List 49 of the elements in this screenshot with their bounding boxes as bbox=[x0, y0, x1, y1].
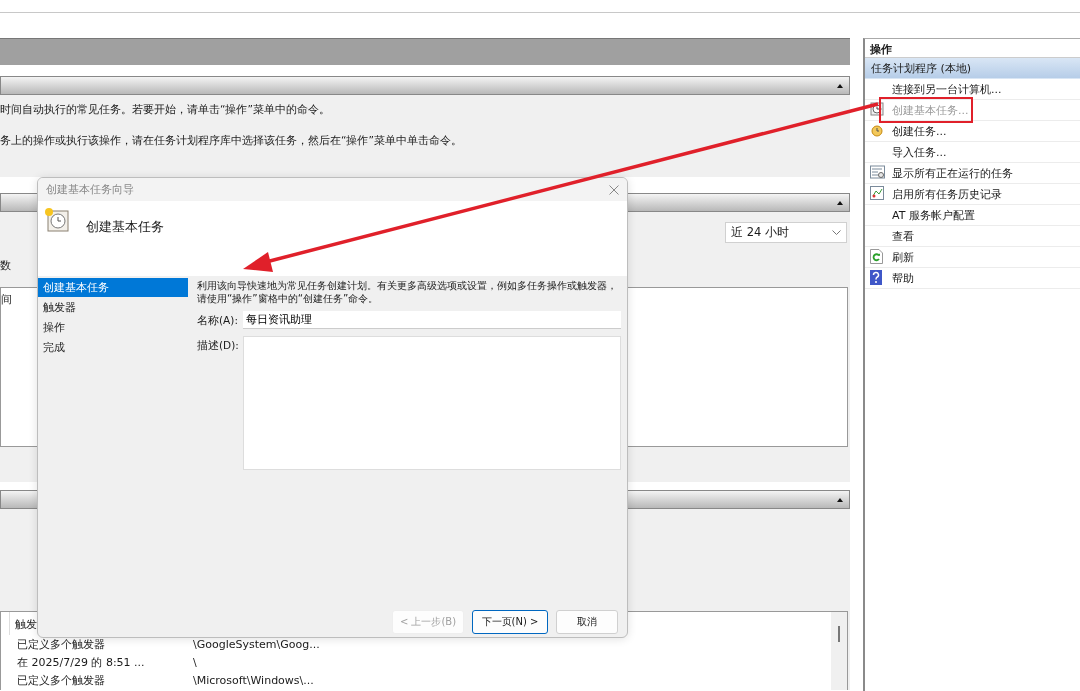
overview-text: 时间自动执行的常见任务。若要开始，请单击“操作”菜单中的命令。 bbox=[0, 103, 331, 117]
field-label: 描述(D): bbox=[197, 338, 240, 353]
collapse-icon[interactable] bbox=[837, 497, 843, 502]
history-icon bbox=[870, 186, 884, 200]
scheduler-icon bbox=[44, 207, 70, 233]
wizard-step[interactable]: 触发器 bbox=[38, 298, 188, 317]
table-cell-text: \GoogleSystem\Goog... bbox=[192, 637, 321, 651]
table-row[interactable]: 已定义多个触发器 \Microsoft\Windows\... bbox=[9, 671, 831, 689]
description-field[interactable] bbox=[243, 336, 621, 470]
table-cell-text: 已定义多个触发器 bbox=[16, 636, 106, 652]
action-item[interactable]: 导入任务... bbox=[865, 142, 1080, 163]
overview-text: 务上的操作或执行该操作，请在任务计划程序库中选择该任务，然后在“操作”菜单中单击命令。 bbox=[0, 134, 463, 148]
column-header: 间 bbox=[1, 293, 12, 306]
collapse-icon[interactable] bbox=[837, 83, 843, 88]
wizard-description: 利用该向导快速地为常见任务创建计划。有关更多高级选项或设置，例如多任务操作或触发器，请使用“操作”窗格中的“创建任务”命令。 bbox=[197, 278, 618, 305]
action-item[interactable]: AT 服务帐户配置 bbox=[865, 205, 1080, 226]
dialog-heading: 创建基本任务 bbox=[86, 218, 164, 236]
refresh-icon[interactable] bbox=[870, 249, 883, 264]
action-item[interactable]: 启用所有任务历史记录 bbox=[865, 184, 1080, 205]
table-cell-text: 在 2025/7/29 的 8:51 ... bbox=[16, 654, 146, 670]
status-text: 数 bbox=[0, 258, 11, 273]
dialog-button[interactable]: 下一页(N) > bbox=[472, 610, 548, 634]
chevron-down-icon bbox=[832, 230, 841, 235]
table-cell-text: \ bbox=[192, 655, 198, 669]
table-cell-text: 已定义多个触发器 bbox=[16, 672, 106, 688]
action-item[interactable]: 连接到另一台计算机... bbox=[865, 79, 1080, 100]
range-select[interactable]: 近 24 小时 bbox=[725, 222, 847, 243]
action-item[interactable]: 创建任务... bbox=[865, 121, 1080, 142]
clock-icon bbox=[870, 123, 884, 137]
dialog-title: 创建基本任务向导 bbox=[46, 182, 134, 197]
action-item[interactable]: 显示所有正在运行的任务 bbox=[865, 163, 1080, 184]
field-label: 名称(A): bbox=[197, 313, 239, 328]
collapse-icon[interactable] bbox=[837, 200, 843, 205]
table-cell-text: \Microsoft\Windows\... bbox=[192, 673, 315, 687]
wizard-step[interactable]: 完成 bbox=[38, 338, 188, 357]
action-item[interactable]: 刷新 bbox=[865, 247, 1080, 268]
dialog-button[interactable]: 取消 bbox=[556, 610, 618, 634]
table-row[interactable]: 已定义多个触发器 \GoogleSystem\Goog... bbox=[9, 635, 831, 653]
action-item[interactable]: 帮助 bbox=[865, 268, 1080, 289]
pane-group-header[interactable]: 任务计划程序 (本地) bbox=[865, 58, 1080, 79]
name-field[interactable]: 每日资讯助理 bbox=[243, 311, 621, 329]
close-icon[interactable] bbox=[609, 184, 619, 195]
task-list-icon bbox=[870, 165, 885, 179]
wizard-step[interactable]: 操作 bbox=[38, 318, 188, 337]
wizard-step[interactable]: 创建基本任务 bbox=[38, 278, 188, 297]
help-icon[interactable] bbox=[870, 270, 882, 285]
table-row[interactable]: 在 2025/7/29 的 8:51 ... \ bbox=[9, 653, 831, 671]
scrollbar-thumb[interactable] bbox=[838, 626, 840, 642]
action-item[interactable]: 查看 bbox=[865, 226, 1080, 247]
